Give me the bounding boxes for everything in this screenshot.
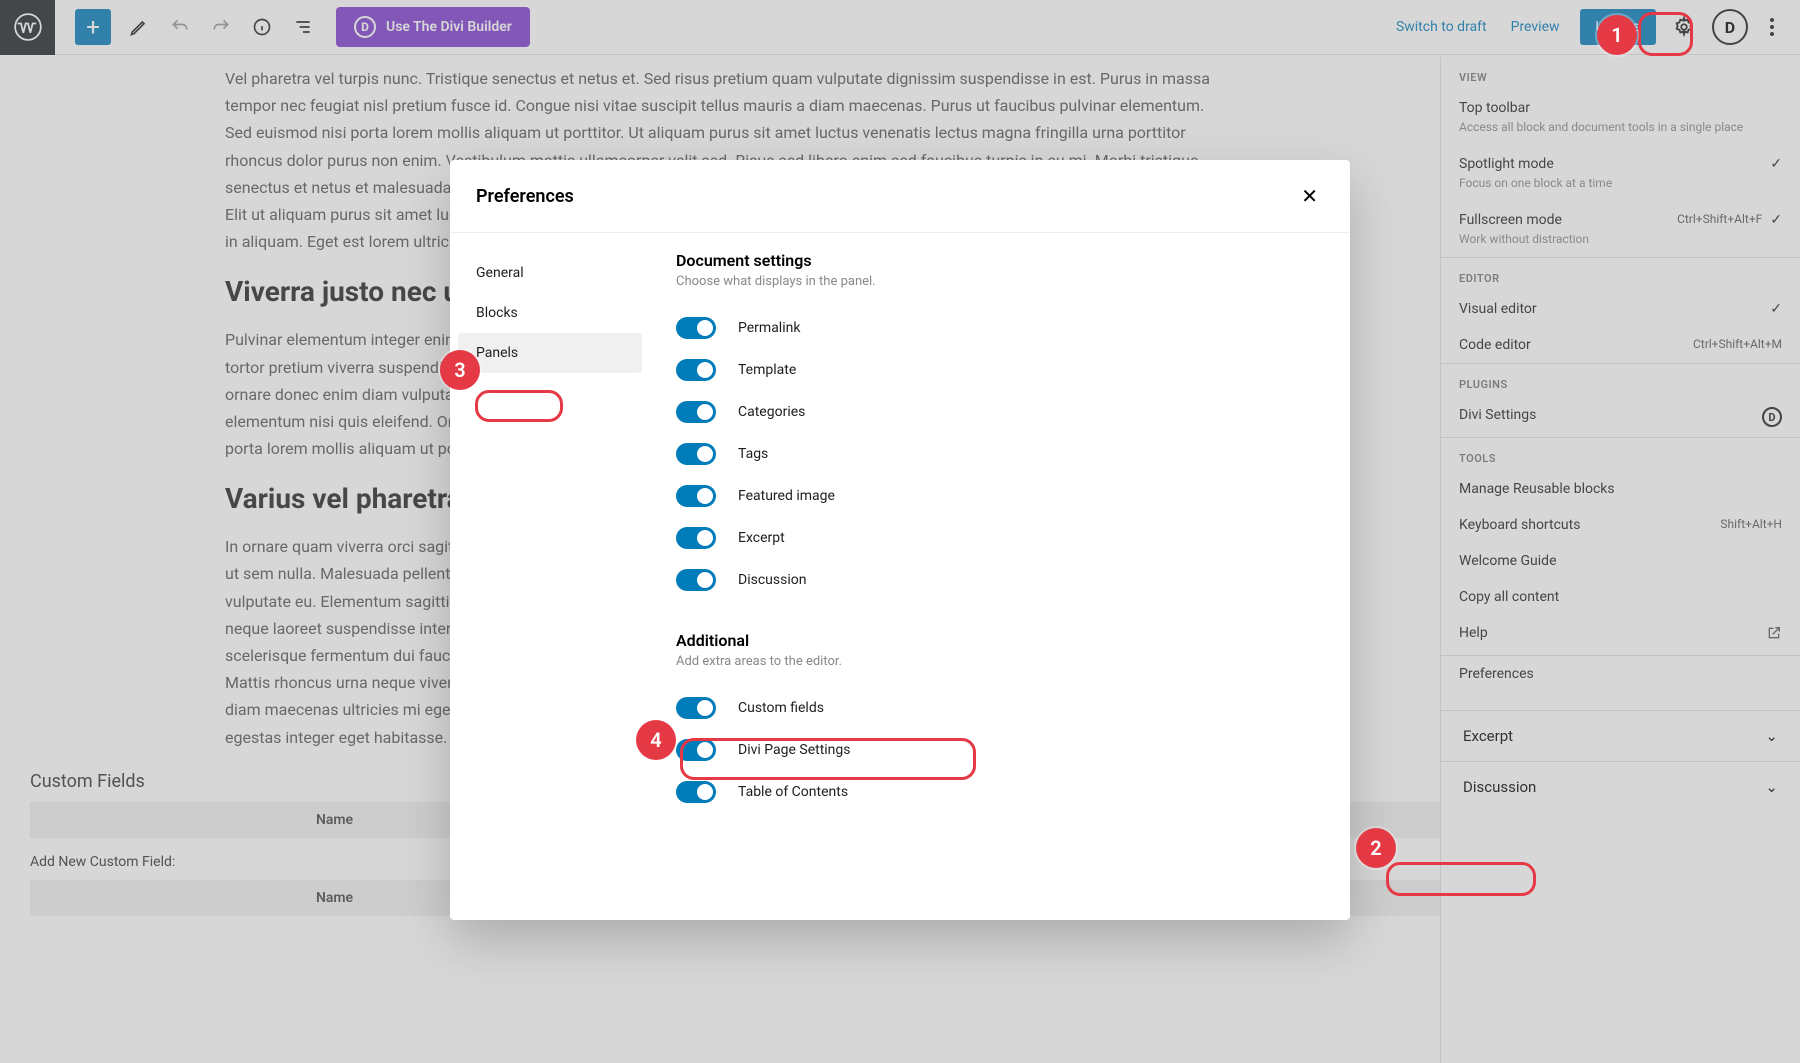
close-icon[interactable]: ✕ <box>1295 178 1324 214</box>
toggle-excerpt[interactable] <box>676 527 716 549</box>
toggle-label: Excerpt <box>738 530 785 546</box>
highlight-box <box>1386 862 1536 896</box>
toggle-label: Table of Contents <box>738 784 848 800</box>
toggle-permalink[interactable] <box>676 317 716 339</box>
section-description: Add extra areas to the editor. <box>676 654 1324 669</box>
toggle-label: Template <box>738 362 796 378</box>
annotation-badge-1: 1 <box>1597 15 1637 55</box>
toggle-table-of-contents[interactable] <box>676 781 716 803</box>
toggle-discussion[interactable] <box>676 569 716 591</box>
toggle-label: Featured image <box>738 488 835 504</box>
toggle-template[interactable] <box>676 359 716 381</box>
toggle-label: Tags <box>738 446 768 462</box>
toggle-label: Permalink <box>738 320 800 336</box>
preferences-nav: General Blocks Panels <box>450 233 650 935</box>
toggle-label: Custom fields <box>738 700 824 716</box>
annotation-badge-3: 3 <box>440 350 480 390</box>
nav-tab-blocks[interactable]: Blocks <box>458 293 642 333</box>
highlight-box <box>475 390 563 422</box>
toggle-label: Categories <box>738 404 805 420</box>
section-heading: Additional <box>676 631 1324 650</box>
section-description: Choose what displays in the panel. <box>676 274 1324 289</box>
toggle-tags[interactable] <box>676 443 716 465</box>
preferences-modal: Preferences ✕ General Blocks Panels Docu… <box>450 160 1350 920</box>
preferences-content: Document settings Choose what displays i… <box>650 233 1350 935</box>
toggle-label: Discussion <box>738 572 806 588</box>
modal-title: Preferences <box>476 186 574 207</box>
toggle-featured-image[interactable] <box>676 485 716 507</box>
highlight-box <box>1638 12 1693 56</box>
annotation-badge-2: 2 <box>1356 828 1396 868</box>
toggle-categories[interactable] <box>676 401 716 423</box>
nav-tab-general[interactable]: General <box>458 253 642 293</box>
highlight-box <box>680 738 976 780</box>
annotation-badge-4: 4 <box>636 720 676 760</box>
section-heading: Document settings <box>676 251 1324 270</box>
toggle-custom-fields[interactable] <box>676 697 716 719</box>
nav-tab-panels[interactable]: Panels <box>458 333 642 373</box>
